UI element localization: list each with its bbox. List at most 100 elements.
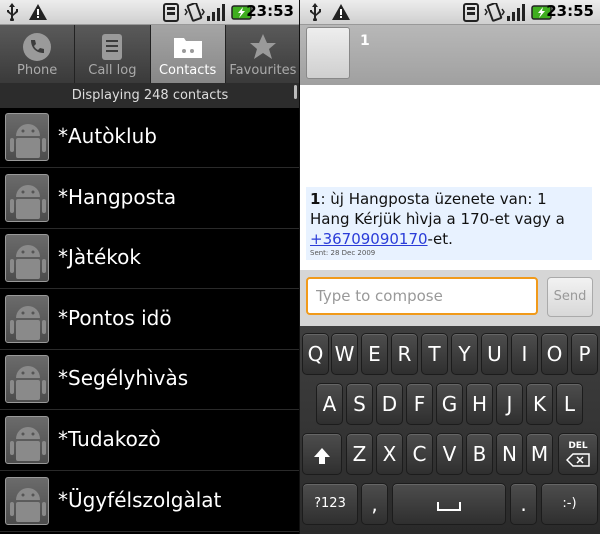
key-l[interactable]: L: [556, 383, 583, 425]
key-t[interactable]: T: [421, 333, 448, 375]
key-comma[interactable]: ,: [361, 483, 388, 525]
key-s[interactable]: S: [346, 383, 373, 425]
contact-avatar[interactable]: [306, 27, 350, 79]
shift-arrow-icon: [314, 447, 330, 464]
signal-icon: [207, 4, 225, 21]
message-bubble[interactable]: 1: ùj Hangposta üzenete van: 1 Hang Kérj…: [306, 187, 592, 260]
key-g[interactable]: G: [436, 383, 463, 425]
send-button[interactable]: Send: [547, 277, 593, 317]
messaging-screen: 23:55 1 1: ùj Hangposta üzenete van: 1 H…: [300, 0, 600, 534]
contact-list: *Autòklub *Hangposta *Jàtékok *Pontos id…: [0, 108, 300, 532]
status-time: 23:53: [246, 2, 294, 20]
key-f[interactable]: F: [406, 383, 433, 425]
status-bar: 23:55: [300, 0, 600, 25]
android-avatar-icon[interactable]: [5, 294, 49, 343]
message-body-end: -et.: [427, 230, 453, 248]
key-h[interactable]: H: [466, 383, 493, 425]
contact-name: *Hangposta: [58, 184, 177, 209]
key-p[interactable]: P: [571, 333, 598, 375]
contact-name: *Pontos idö: [58, 305, 172, 330]
usb-icon: [7, 3, 18, 21]
compose-bar: Send: [300, 270, 600, 326]
backspace-icon: [565, 453, 590, 467]
contact-count: Displaying 248 contacts: [0, 83, 300, 108]
key-j[interactable]: J: [496, 383, 523, 425]
key-m[interactable]: M: [526, 433, 553, 475]
android-avatar-icon[interactable]: [5, 173, 49, 222]
contact-name: *Autòklub: [58, 124, 157, 148]
shift-key[interactable]: [302, 433, 342, 475]
key-c[interactable]: C: [406, 433, 433, 475]
key-y[interactable]: Y: [451, 333, 478, 375]
contacts-screen: 23:53 Phone Call log Contacts Favourites…: [0, 0, 300, 534]
key-n[interactable]: N: [496, 433, 523, 475]
key-r[interactable]: R: [391, 333, 418, 375]
contacts-folder-icon: [173, 38, 202, 58]
conversation-title: 1: [360, 33, 370, 49]
key-z[interactable]: Z: [346, 433, 373, 475]
key-a[interactable]: A: [316, 383, 343, 425]
compose-input[interactable]: [306, 277, 538, 315]
smiley-key[interactable]: :-): [541, 483, 598, 525]
phone-icon: [23, 33, 52, 61]
key-q[interactable]: Q: [302, 333, 329, 375]
contact-row[interactable]: *Ügyfélszolgàlat: [0, 472, 300, 532]
tab-label: Call log: [88, 63, 137, 78]
scrollbar[interactable]: [294, 85, 297, 99]
contact-name: *Jàtékok: [58, 245, 141, 270]
sim-icon: [163, 3, 179, 22]
contact-row[interactable]: *Hangposta: [0, 169, 300, 229]
android-avatar-icon[interactable]: [5, 476, 49, 525]
sim-icon: [463, 3, 479, 22]
tab-favourites[interactable]: Favourites: [225, 25, 300, 83]
warning-icon: [29, 4, 47, 20]
soft-keyboard: Q W E R T Y U I O P A S D F G H J K L Z …: [300, 326, 600, 534]
contact-name: *Ügyfélszolgàlat: [58, 487, 222, 512]
key-o[interactable]: O: [541, 333, 568, 375]
phone-number-link[interactable]: +36709090170: [310, 230, 428, 248]
tab-label: Contacts: [158, 63, 217, 78]
usb-icon: [310, 3, 321, 21]
key-e[interactable]: E: [361, 333, 388, 375]
android-avatar-icon[interactable]: [5, 415, 49, 464]
conversation-header: 1: [300, 25, 600, 85]
tab-call-log[interactable]: Call log: [75, 25, 151, 83]
tab-label: Favourites: [229, 63, 297, 78]
key-w[interactable]: W: [331, 333, 358, 375]
key-i[interactable]: I: [511, 333, 538, 375]
android-avatar-icon[interactable]: [5, 113, 49, 161]
message-date: Sent: 28 Dec 2009: [310, 249, 376, 257]
contact-row[interactable]: *Pontos idö: [0, 290, 300, 350]
vibrate-icon: [484, 3, 505, 22]
contact-row[interactable]: *Segélyhìvàs: [0, 350, 300, 411]
key-x[interactable]: X: [376, 433, 403, 475]
tab-contacts[interactable]: Contacts: [150, 25, 226, 83]
key-k[interactable]: K: [526, 383, 553, 425]
contact-row[interactable]: *Tudakozò: [0, 411, 300, 471]
delete-key-label: DEL: [568, 441, 588, 451]
android-avatar-icon[interactable]: [5, 355, 49, 404]
tab-phone[interactable]: Phone: [0, 25, 76, 83]
symbols-key[interactable]: ?123: [302, 483, 358, 525]
key-period[interactable]: .: [510, 483, 537, 525]
warning-icon: [332, 4, 350, 20]
key-v[interactable]: V: [436, 433, 463, 475]
call-log-icon: [102, 34, 123, 60]
key-b[interactable]: B: [466, 433, 493, 475]
android-avatar-icon[interactable]: [5, 234, 49, 283]
delete-key[interactable]: DEL: [558, 433, 598, 475]
status-time: 23:55: [546, 2, 594, 20]
contact-row[interactable]: *Autòklub: [0, 108, 300, 168]
key-d[interactable]: D: [376, 383, 403, 425]
message-text: 1: ùj Hangposta üzenete van: 1 Hang Kérj…: [310, 189, 588, 249]
space-bar-icon: [437, 501, 461, 511]
status-bar: 23:53: [0, 0, 300, 25]
star-icon: [249, 34, 276, 59]
contact-name: *Tudakozò: [58, 426, 161, 451]
tab-label: Phone: [16, 63, 58, 78]
space-key[interactable]: [392, 483, 506, 525]
message-body: : ùj Hangposta üzenete van: 1 Hang Kérjü…: [310, 190, 565, 228]
contact-row[interactable]: *Jàtékok: [0, 229, 300, 290]
vibrate-icon: [184, 3, 205, 22]
key-u[interactable]: U: [481, 333, 508, 375]
